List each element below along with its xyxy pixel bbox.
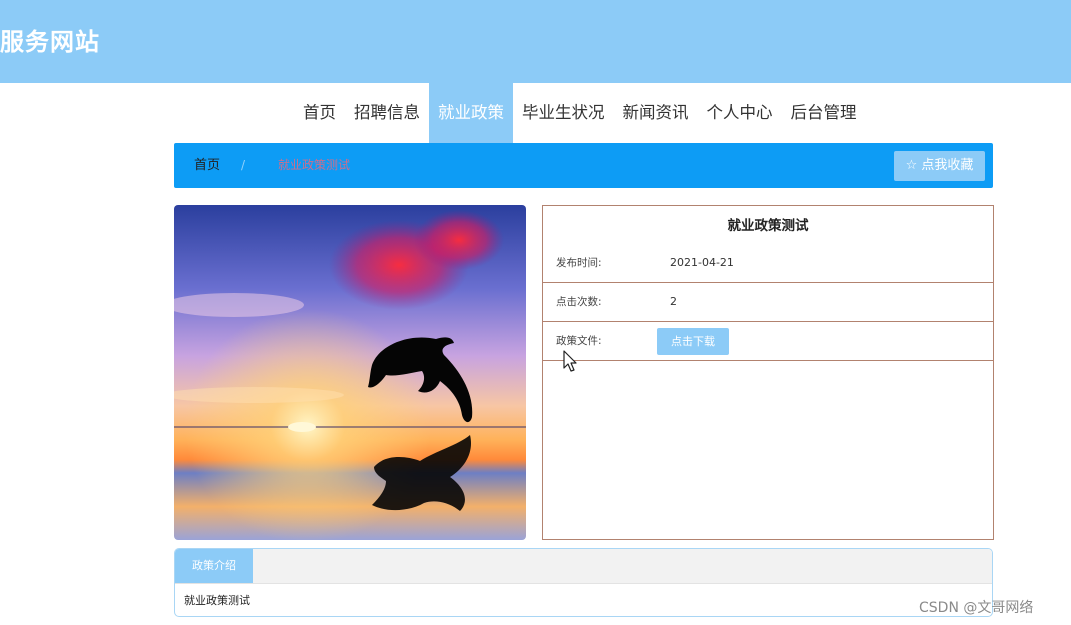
click-count-label: 点击次数: xyxy=(556,296,602,308)
detail-row-policy-file: 政策文件: 点击下载 xyxy=(543,322,993,361)
click-count-value: 2 xyxy=(670,295,677,308)
nav-item-jobs[interactable]: 招聘信息 xyxy=(345,83,429,143)
breadcrumb-home-link[interactable]: 首页 xyxy=(194,143,220,188)
tab-policy-intro[interactable]: 政策介绍 xyxy=(175,549,253,583)
nav-item-policy[interactable]: 就业政策 xyxy=(429,83,513,143)
detail-row-click-count: 点击次数: 2 xyxy=(543,283,993,322)
policy-detail-panel: 就业政策测试 发布时间: 2021-04-21 点击次数: 2 政策文件: 点击… xyxy=(542,205,994,540)
site-header: 服务网站 xyxy=(0,0,1071,83)
publish-time-value: 2021-04-21 xyxy=(670,256,734,269)
nav-item-news[interactable]: 新闻资讯 xyxy=(614,83,698,143)
detail-row-publish-time: 发布时间: 2021-04-21 xyxy=(543,244,993,283)
policy-image xyxy=(174,205,526,540)
mouse-cursor-icon xyxy=(563,350,577,372)
nav-item-profile[interactable]: 个人中心 xyxy=(698,83,782,143)
site-title: 服务网站 xyxy=(0,28,100,56)
policy-intro-content: 就业政策测试 xyxy=(175,583,992,616)
download-button[interactable]: 点击下载 xyxy=(657,328,729,355)
breadcrumb-separator: / xyxy=(241,158,246,172)
nav-item-graduates[interactable]: 毕业生状况 xyxy=(513,83,614,143)
publish-time-label: 发布时间: xyxy=(556,257,602,269)
intro-tabbar: 政策介绍 xyxy=(175,549,992,583)
breadcrumb-current: 就业政策测试 xyxy=(278,158,351,172)
policy-intro-panel: 政策介绍 就业政策测试 xyxy=(174,548,993,617)
dolphin-sunset-image xyxy=(174,205,526,540)
policy-title: 就业政策测试 xyxy=(727,218,809,234)
favorite-button[interactable]: ☆ 点我收藏 xyxy=(894,151,985,181)
nav-item-home[interactable]: 首页 xyxy=(294,83,345,143)
main-nav: 首页 招聘信息 就业政策 毕业生状况 新闻资讯 个人中心 后台管理 xyxy=(294,83,866,143)
breadcrumb: 首页 / 就业政策测试 ☆ 点我收藏 xyxy=(174,143,993,188)
csdn-watermark: CSDN @文哥网络 xyxy=(919,600,1034,616)
nav-item-admin[interactable]: 后台管理 xyxy=(782,83,866,143)
